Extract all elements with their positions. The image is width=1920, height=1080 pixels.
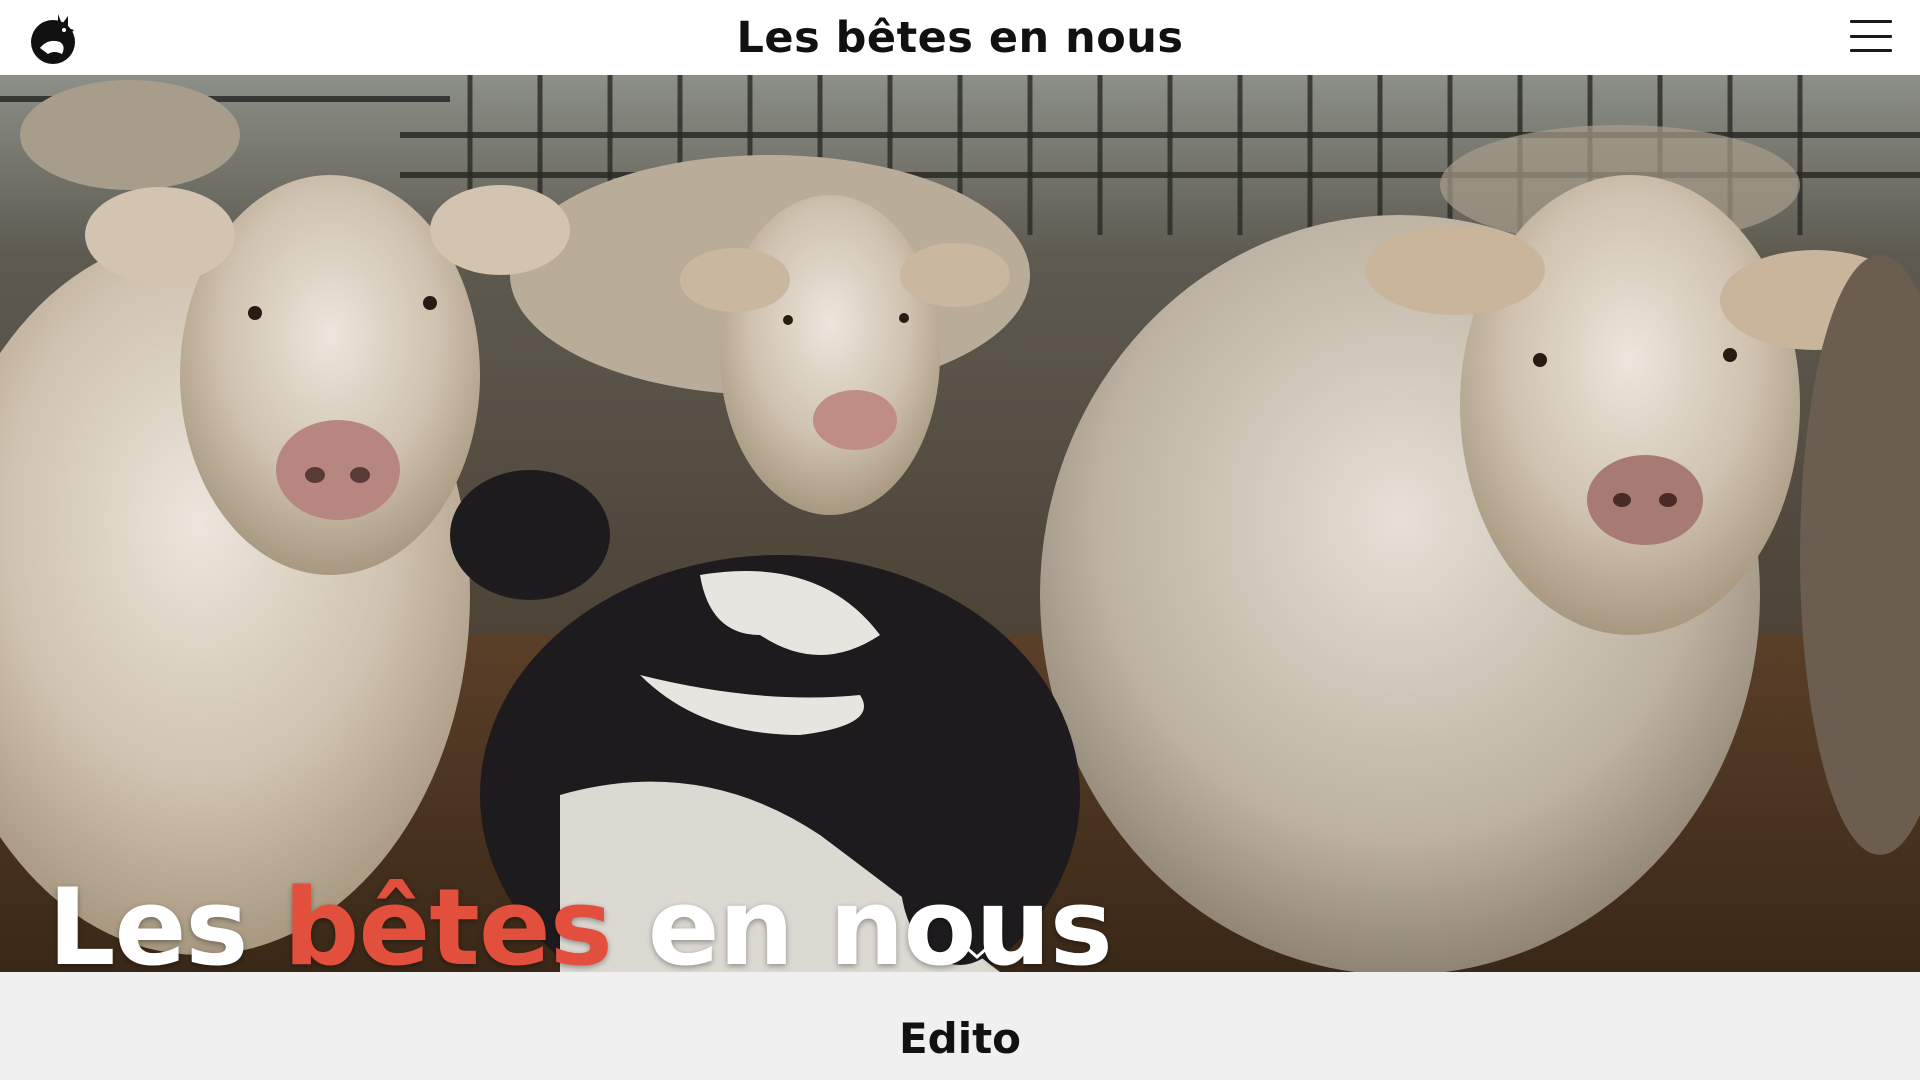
hero-title: Les bêtes en nous bbox=[48, 873, 1113, 973]
site-title[interactable]: Les bêtes en nous bbox=[737, 13, 1184, 63]
site-header: Les bêtes en nous bbox=[0, 0, 1920, 75]
cat-logo-icon[interactable] bbox=[28, 8, 82, 66]
hamburger-menu-icon[interactable] bbox=[1850, 20, 1892, 52]
hero-title-accent: bêtes bbox=[283, 866, 612, 973]
hero-title-part1: Les bbox=[48, 866, 284, 973]
chevron-down-icon[interactable] bbox=[955, 937, 999, 963]
hero-title-part2: en nous bbox=[611, 866, 1113, 973]
section-title: Edito bbox=[898, 1014, 1022, 1063]
hero-cattle-image bbox=[0, 75, 1920, 972]
hero-banner: Les bêtes en nous bbox=[0, 75, 1920, 972]
edito-section: Edito bbox=[0, 972, 1920, 1080]
